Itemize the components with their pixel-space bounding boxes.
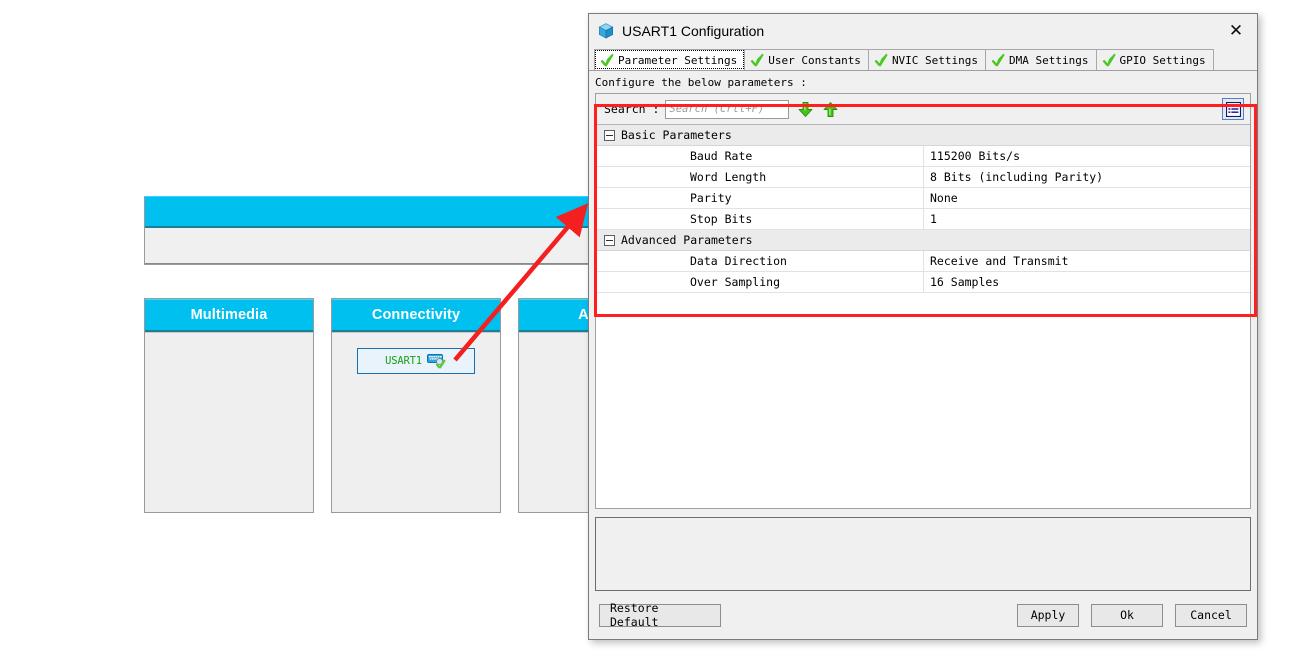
parameter-name: Data Direction: [596, 251, 924, 271]
top-category-panel: [144, 196, 664, 265]
group-title: Advanced Parameters: [621, 233, 753, 247]
category-body-multimedia: [145, 332, 313, 512]
green-check-icon: [750, 53, 764, 67]
group-row-basic-parameters[interactable]: Basic Parameters: [596, 125, 1250, 146]
parameter-value[interactable]: None: [924, 188, 1250, 208]
category-column-multimedia: Multimedia: [144, 298, 314, 513]
close-icon[interactable]: ✕: [1221, 18, 1251, 44]
parameter-value[interactable]: 1: [924, 209, 1250, 229]
group-title: Basic Parameters: [621, 128, 732, 142]
parameter-value[interactable]: 16 Samples: [924, 272, 1250, 292]
description-pane: [595, 517, 1251, 591]
configure-note: Configure the below parameters :: [589, 71, 1257, 93]
category-column-connectivity: Connectivity USART1: [331, 298, 501, 513]
arrow-up-icon[interactable]: [822, 101, 839, 118]
tab-dma-settings[interactable]: DMA Settings: [985, 49, 1097, 70]
parameter-value[interactable]: Receive and Transmit: [924, 251, 1250, 271]
dialog-button-bar: Restore Default Apply Ok Cancel: [589, 591, 1257, 639]
peripheral-label-usart1: USART1: [385, 355, 422, 367]
parameter-panel: Search : Search (Crtl+F) Basic Parameter…: [595, 93, 1251, 509]
parameter-name: Over Sampling: [596, 272, 924, 292]
ok-button[interactable]: Ok: [1091, 603, 1163, 627]
green-check-icon: [1102, 53, 1116, 67]
category-body-connectivity: USART1: [332, 332, 500, 512]
table-row[interactable]: Parity None: [596, 188, 1250, 209]
parameter-name: Stop Bits: [596, 209, 924, 229]
parameter-value[interactable]: 115200 Bits/s: [924, 146, 1250, 166]
search-label: Search :: [604, 102, 660, 116]
usart1-configuration-dialog: USART1 Configuration ✕ Parameter Setting…: [588, 13, 1258, 640]
apply-button[interactable]: Apply: [1017, 603, 1079, 627]
parameter-table: Basic Parameters Baud Rate 115200 Bits/s…: [596, 125, 1250, 508]
tab-label: GPIO Settings: [1119, 53, 1206, 67]
collapse-icon[interactable]: [604, 234, 615, 246]
tab-parameter-settings[interactable]: Parameter Settings: [594, 49, 746, 70]
green-check-icon: [991, 53, 1005, 67]
table-row[interactable]: Stop Bits 1: [596, 209, 1250, 230]
list-view-icon[interactable]: [1222, 98, 1244, 120]
category-title-connectivity: Connectivity: [332, 299, 500, 332]
tab-label: Parameter Settings: [618, 53, 738, 67]
green-check-icon: [600, 53, 614, 67]
table-row[interactable]: Baud Rate 115200 Bits/s: [596, 146, 1250, 167]
top-category-panel-header: [145, 196, 663, 228]
table-row[interactable]: Data Direction Receive and Transmit: [596, 251, 1250, 272]
parameter-name: Baud Rate: [596, 146, 924, 166]
top-category-panel-body: [145, 228, 663, 264]
tab-label: User Constants: [768, 53, 861, 67]
parameter-value[interactable]: 8 Bits (including Parity): [924, 167, 1250, 187]
arrow-down-icon[interactable]: [797, 101, 814, 118]
tab-nvic-settings[interactable]: NVIC Settings: [867, 49, 987, 70]
green-check-icon: [874, 53, 888, 67]
serial-port-icon: [426, 353, 447, 369]
table-row[interactable]: Word Length 8 Bits (including Parity): [596, 167, 1250, 188]
cancel-button[interactable]: Cancel: [1175, 603, 1247, 627]
parameter-name: Word Length: [596, 167, 924, 187]
cube-icon: [597, 22, 615, 40]
tab-label: NVIC Settings: [891, 53, 979, 67]
dialog-title: USART1 Configuration: [622, 23, 765, 39]
group-row-advanced-parameters[interactable]: Advanced Parameters: [596, 230, 1250, 251]
collapse-icon[interactable]: [604, 129, 615, 141]
search-row: Search :: [596, 94, 1250, 125]
peripheral-item-usart1[interactable]: USART1: [357, 348, 475, 374]
tab-gpio-settings[interactable]: GPIO Settings: [1095, 49, 1214, 70]
tab-user-constants[interactable]: User Constants: [744, 49, 869, 70]
dialog-titlebar: USART1 Configuration ✕: [589, 14, 1257, 48]
category-title-multimedia: Multimedia: [145, 299, 313, 332]
restore-default-button[interactable]: Restore Default: [599, 601, 721, 629]
parameter-name: Parity: [596, 188, 924, 208]
tab-label: DMA Settings: [1009, 53, 1089, 67]
dialog-tab-strip: Parameter Settings User Constants NVIC S…: [589, 48, 1257, 71]
search-input[interactable]: [665, 99, 790, 119]
table-row[interactable]: Over Sampling 16 Samples: [596, 272, 1250, 293]
